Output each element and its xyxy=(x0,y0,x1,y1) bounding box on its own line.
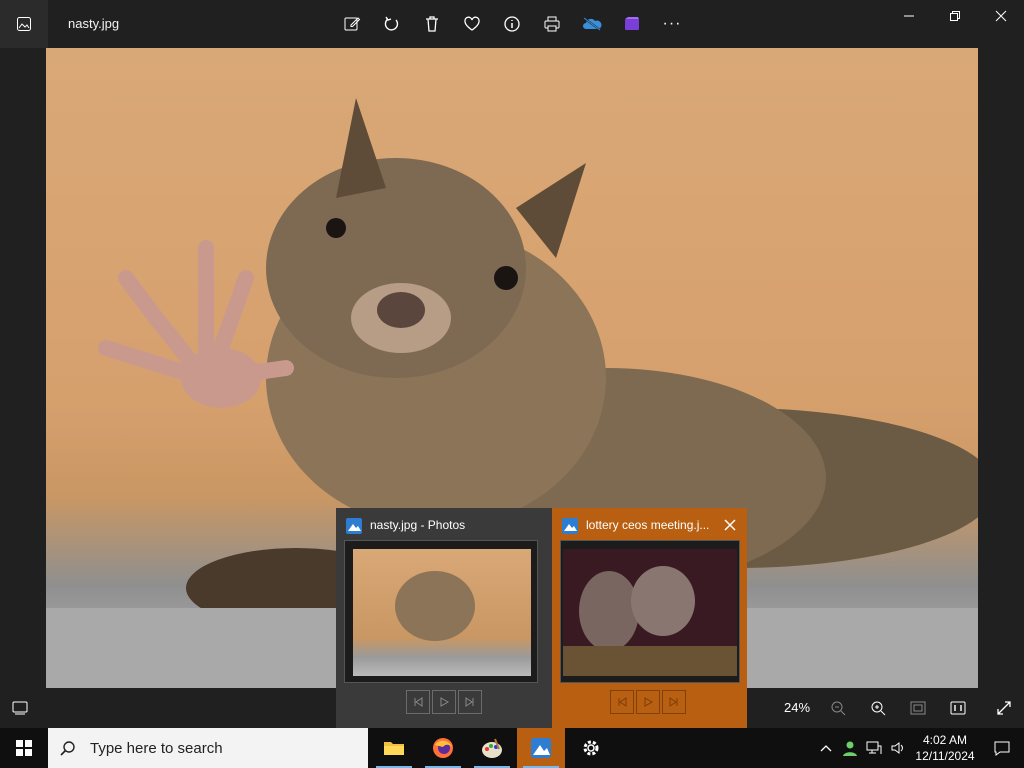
play-icon[interactable] xyxy=(432,690,456,714)
people-icon[interactable] xyxy=(838,728,862,768)
delete-icon[interactable] xyxy=(416,8,448,40)
edit-icon[interactable] xyxy=(336,8,368,40)
system-tray: 4:02 AM 12/11/2024 xyxy=(814,728,1024,768)
thumbnail-preview xyxy=(560,540,740,683)
thumbnail-preview xyxy=(344,540,538,683)
file-explorer-icon[interactable] xyxy=(370,728,418,768)
firefox-icon[interactable] xyxy=(419,728,467,768)
more-icon[interactable]: ··· xyxy=(656,8,688,40)
full-screen-icon[interactable] xyxy=(988,692,1020,724)
windows-icon xyxy=(16,740,32,756)
media-controls xyxy=(610,690,686,714)
settings-icon[interactable] xyxy=(567,728,615,768)
toolbar: ··· xyxy=(336,8,688,40)
close-icon[interactable] xyxy=(978,0,1024,32)
photos-app-icon xyxy=(346,518,362,539)
clock[interactable]: 4:02 AM 12/11/2024 xyxy=(910,732,980,764)
zoom-in-icon[interactable] xyxy=(862,692,894,724)
print-icon[interactable] xyxy=(536,8,568,40)
zoom-level: 24% xyxy=(784,700,811,715)
paint-icon[interactable] xyxy=(468,728,516,768)
thumbnail-title: nasty.jpg - Photos xyxy=(370,518,466,532)
video-editor-icon[interactable] xyxy=(616,8,648,40)
photos-app-icon xyxy=(562,518,578,539)
search-placeholder: Type here to search xyxy=(90,739,223,757)
previous-icon[interactable] xyxy=(406,690,430,714)
next-icon[interactable] xyxy=(458,690,482,714)
photos-window: nasty.jpg ··· 24% nasty.jpg - Photos lot… xyxy=(0,0,1024,728)
thumbnail-nasty-photos[interactable]: nasty.jpg - Photos xyxy=(336,508,552,728)
photos-taskbar-icon[interactable] xyxy=(517,728,565,768)
file-name: nasty.jpg xyxy=(68,16,120,31)
play-icon[interactable] xyxy=(636,690,660,714)
thumbnail-lottery-photos[interactable]: lottery ceos meeting.j... xyxy=(552,508,747,728)
zoom-out-icon[interactable] xyxy=(822,692,854,724)
clock-date: 12/11/2024 xyxy=(915,749,975,763)
minimize-icon[interactable] xyxy=(886,0,932,32)
taskbar: Type here to search 4:02 AM 12/11/2024 xyxy=(0,728,1024,768)
volume-icon[interactable] xyxy=(886,728,910,768)
previous-icon[interactable] xyxy=(610,690,634,714)
filmstrip-icon[interactable] xyxy=(4,692,36,724)
close-icon[interactable] xyxy=(721,516,739,534)
photos-app-icon[interactable] xyxy=(0,0,48,48)
rotate-icon[interactable] xyxy=(376,8,408,40)
search-box[interactable]: Type here to search xyxy=(48,728,368,768)
next-icon[interactable] xyxy=(662,690,686,714)
media-controls xyxy=(406,690,482,714)
window-controls xyxy=(886,0,1024,32)
clock-time: 4:02 AM xyxy=(922,733,968,747)
more-label: ··· xyxy=(662,15,682,32)
restore-icon[interactable] xyxy=(932,0,978,32)
actual-size-icon[interactable] xyxy=(942,692,974,724)
thumbnail-title: lottery ceos meeting.j... xyxy=(586,518,710,532)
notification-icon[interactable] xyxy=(980,728,1024,768)
network-icon[interactable] xyxy=(862,728,886,768)
fit-to-window-icon[interactable] xyxy=(902,692,934,724)
info-icon[interactable] xyxy=(496,8,528,40)
start-button[interactable] xyxy=(0,728,48,768)
search-icon xyxy=(60,741,75,756)
chevron-up-icon[interactable] xyxy=(814,728,838,768)
favorite-icon[interactable] xyxy=(456,8,488,40)
title-bar: nasty.jpg ··· xyxy=(0,0,1024,48)
onedrive-icon[interactable] xyxy=(576,8,608,40)
